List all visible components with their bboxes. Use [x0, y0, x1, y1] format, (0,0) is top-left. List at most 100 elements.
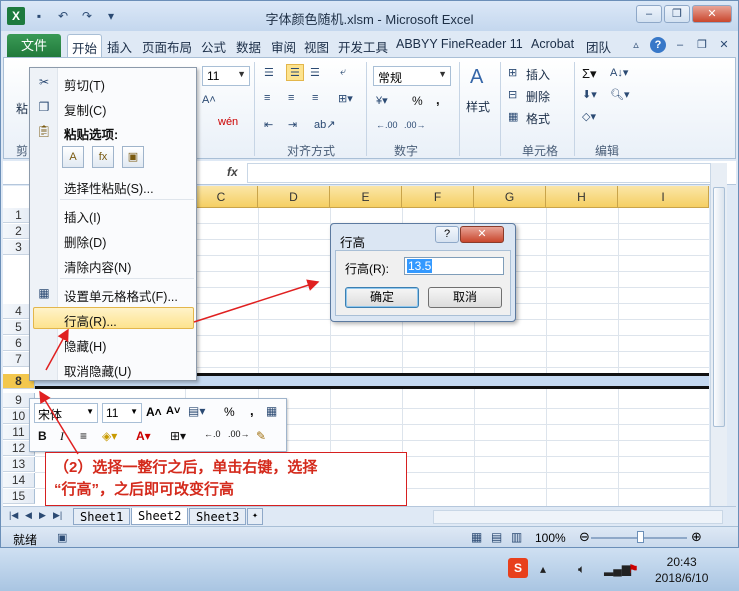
- align-top-icon[interactable]: ☰: [264, 66, 274, 79]
- row-height-input[interactable]: 13.5: [404, 257, 504, 275]
- increase-decimal-icon[interactable]: ←.00: [376, 120, 398, 130]
- macro-record-icon[interactable]: ▣: [57, 531, 67, 544]
- notification-icon[interactable]: ⚑: [628, 562, 639, 576]
- format-cells-icon[interactable]: ▦: [508, 110, 518, 123]
- fill-icon[interactable]: ⬇▾: [582, 88, 597, 101]
- column-header-g[interactable]: G: [474, 186, 546, 208]
- tab-abbyy[interactable]: ABBYY FineReader 11: [396, 37, 523, 51]
- tab-acrobat[interactable]: Acrobat: [531, 37, 574, 51]
- orientation-icon[interactable]: ab↗: [314, 118, 335, 131]
- paste-formulas-icon[interactable]: fx: [92, 146, 114, 168]
- merge-center-icon[interactable]: ⊞▾: [338, 92, 353, 105]
- row-header[interactable]: 13: [3, 457, 35, 472]
- page-layout-view-icon[interactable]: ▤: [491, 530, 502, 544]
- tab-formulas[interactable]: 公式: [201, 37, 226, 56]
- row-header[interactable]: 15: [3, 489, 35, 504]
- sort-filter-icon[interactable]: A↓▾: [610, 66, 628, 79]
- horizontal-scrollbar[interactable]: [433, 510, 723, 524]
- menu-item-delete[interactable]: 删除(D): [64, 232, 106, 251]
- mini-shrink-font-icon[interactable]: A˅: [166, 405, 180, 417]
- insert-cells-button[interactable]: 插入: [526, 66, 550, 83]
- delete-cells-button[interactable]: 删除: [526, 88, 550, 105]
- mini-fill-color-icon[interactable]: ◈▾: [102, 429, 117, 443]
- delete-cells-icon[interactable]: ⊟: [508, 88, 517, 101]
- decrease-indent-icon[interactable]: ⇤: [264, 118, 273, 131]
- styles-button[interactable]: 样式: [466, 98, 490, 115]
- mini-font-combo[interactable]: 宋体 ▼: [34, 403, 98, 423]
- tab-developer[interactable]: 开发工具: [338, 37, 388, 56]
- dialog-help-button[interactable]: ?: [435, 226, 459, 243]
- align-center-icon[interactable]: ≡: [288, 92, 294, 104]
- close-button[interactable]: ✕: [692, 5, 732, 23]
- phonetic-icon[interactable]: wén: [218, 116, 238, 128]
- sheet-tab-3[interactable]: Sheet3: [189, 508, 247, 525]
- format-cells-button[interactable]: 格式: [526, 110, 550, 127]
- sheet-prev-icon[interactable]: ◀: [25, 510, 32, 521]
- column-header-i[interactable]: I: [618, 186, 709, 208]
- mini-percent-button[interactable]: %: [224, 405, 235, 419]
- mini-bold-button[interactable]: B: [38, 429, 47, 443]
- percent-button[interactable]: %: [412, 94, 423, 108]
- paste-button-partial[interactable]: 粘: [16, 100, 28, 117]
- align-right-icon[interactable]: ≡: [312, 92, 318, 104]
- menu-item-copy[interactable]: 复制(C): [64, 100, 106, 119]
- column-header-d[interactable]: D: [258, 186, 330, 208]
- function-icon[interactable]: fx: [227, 165, 238, 179]
- ok-button[interactable]: 确定: [345, 287, 419, 308]
- new-sheet-icon[interactable]: ✦: [247, 508, 264, 525]
- doc-restore-icon[interactable]: ❐: [694, 37, 710, 53]
- align-left-icon[interactable]: ≡: [264, 92, 270, 104]
- ribbon-minimize-icon[interactable]: ▵: [628, 37, 644, 53]
- network-icon[interactable]: ▂▄▆: [604, 562, 631, 576]
- font-size-combo[interactable]: 11 ▼: [202, 66, 250, 86]
- menu-item-insert[interactable]: 插入(I): [64, 207, 101, 226]
- column-header-f[interactable]: F: [402, 186, 474, 208]
- align-bottom-icon[interactable]: ☰: [310, 66, 320, 79]
- mini-size-combo[interactable]: 11 ▼: [102, 403, 142, 423]
- cancel-button[interactable]: 取消: [428, 287, 502, 308]
- menu-item-clear-contents[interactable]: 清除内容(N): [64, 257, 131, 276]
- tab-insert[interactable]: 插入: [107, 37, 132, 56]
- mini-format-icon[interactable]: ▦: [266, 404, 277, 418]
- menu-item-hide[interactable]: 隐藏(H): [64, 336, 106, 355]
- minimize-button[interactable]: –: [636, 5, 662, 23]
- styles-icon[interactable]: A: [470, 66, 483, 89]
- paste-picture-icon[interactable]: ▣: [122, 146, 144, 168]
- tab-data[interactable]: 数据: [236, 37, 261, 56]
- insert-cells-icon[interactable]: ⊞: [508, 66, 517, 79]
- menu-item-unhide[interactable]: 取消隐藏(U): [64, 361, 131, 380]
- sheet-tab-1[interactable]: Sheet1: [73, 508, 131, 525]
- mini-center-icon[interactable]: ≡: [80, 429, 87, 443]
- normal-view-icon[interactable]: ▦: [471, 530, 482, 544]
- mini-increase-decimal-icon[interactable]: ←.0: [204, 429, 221, 439]
- find-select-icon[interactable]: 🔍︎▾: [610, 88, 630, 101]
- paste-icon[interactable]: A: [62, 146, 84, 168]
- mini-format-painter-icon[interactable]: ✎: [256, 429, 266, 443]
- vertical-scroll-thumb[interactable]: [713, 187, 725, 427]
- zoom-slider-thumb[interactable]: [637, 531, 644, 543]
- tab-file[interactable]: 文件: [7, 34, 61, 57]
- doc-minimize-icon[interactable]: –: [672, 37, 688, 53]
- grow-font-icon[interactable]: A˄: [202, 94, 216, 106]
- mini-comma-button[interactable]: ,: [250, 403, 254, 418]
- mini-decrease-decimal-icon[interactable]: .00→: [228, 429, 250, 439]
- help-icon[interactable]: ?: [650, 37, 666, 53]
- mini-italic-button[interactable]: I: [60, 429, 64, 444]
- increase-indent-icon[interactable]: ⇥: [288, 118, 297, 131]
- mini-currency-icon[interactable]: ▤▾: [188, 404, 205, 418]
- tab-team[interactable]: 团队: [586, 37, 611, 56]
- clear-icon[interactable]: ◇▾: [582, 110, 596, 123]
- page-break-view-icon[interactable]: ▥: [511, 530, 522, 544]
- sheet-tab-2[interactable]: Sheet2: [131, 508, 189, 525]
- wrap-text-icon[interactable]: ⤶: [340, 66, 346, 79]
- tab-home[interactable]: 开始: [67, 34, 103, 57]
- currency-icon[interactable]: ¥▾: [376, 94, 388, 107]
- menu-item-row-height[interactable]: 行高(R)...: [64, 311, 117, 330]
- menu-item-cut[interactable]: 剪切(T): [64, 75, 105, 94]
- dialog-close-button[interactable]: ✕: [460, 226, 504, 243]
- tray-arrow-icon[interactable]: ▴: [540, 562, 546, 576]
- zoom-out-icon[interactable]: ⊖: [579, 529, 590, 545]
- maximize-button[interactable]: ❐: [664, 5, 690, 23]
- tab-page-layout[interactable]: 页面布局: [142, 37, 192, 56]
- sheet-first-icon[interactable]: |◀: [9, 510, 18, 521]
